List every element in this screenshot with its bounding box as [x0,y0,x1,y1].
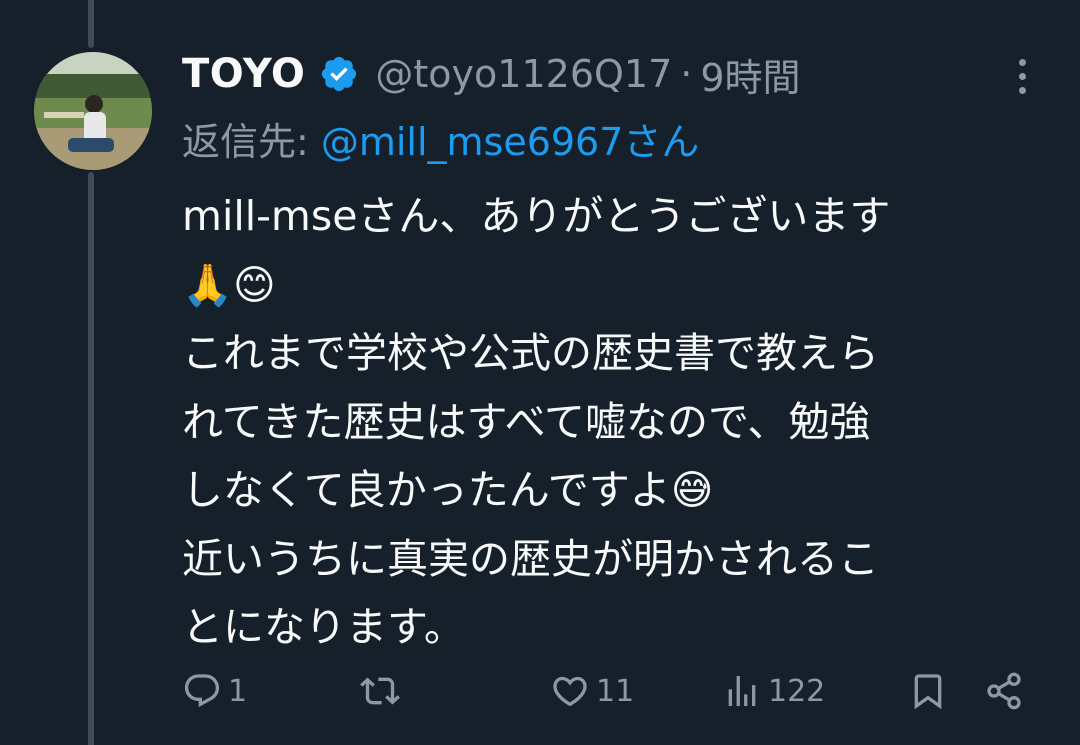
views-button[interactable]: 122 [722,664,825,718]
author-handle[interactable]: @toyo1126Q17 [375,52,672,96]
views-icon [728,676,756,706]
views-count: 122 [768,673,826,709]
reply-count: 1 [228,673,248,709]
tweet-text-line: 🙏😊 [182,260,276,309]
tweet-text-line: れてきた歴史はすべて嘘なので、勉強 [182,397,871,446]
more-icon[interactable] [1008,54,1036,98]
tweet-text-line: しなくて良かったんですよ😅 [182,466,714,514]
tweet-text: mill-mseさん、ありがとうございます 🙏😊 これまで学校や公式の歴史書で教… [182,182,1032,662]
action-bar: 1 11 122 [182,664,1032,718]
tweet-timestamp[interactable]: 9時間 [700,47,800,102]
like-button[interactable]: 11 [550,664,634,718]
reply-button[interactable]: 1 [182,664,247,718]
thread-line [88,0,94,48]
retweet-button[interactable] [360,664,406,718]
separator-dot: · [680,52,693,96]
tweet-text-line: 近いうちに真実の歴史が明かされるこ [182,534,879,583]
tweet-text-line: これまで学校や公式の歴史書で教えら [182,329,879,377]
tweet-text-line: mill-mseさん、ありがとうございます [182,192,891,240]
verified-badge-icon [319,54,359,94]
bookmark-icon [914,674,942,710]
retweet-icon [360,677,400,705]
reply-target-link[interactable]: @mill_mse6967さん [321,111,700,166]
thread-line [88,172,94,745]
share-button[interactable] [984,664,1024,718]
tweet-header: TOYO @toyo1126Q17 · 9時間 [182,48,1042,100]
reply-prefix: 返信先: [182,119,309,164]
like-icon [553,676,587,707]
like-count: 11 [596,673,635,709]
avatar[interactable] [34,52,152,170]
reply-context: 返信先: @mill_mse6967さん [182,110,699,166]
reply-icon [184,674,220,708]
share-icon [987,672,1021,710]
bookmark-button[interactable] [908,664,948,718]
tweet-text-line: とになります。 [182,603,465,651]
author-name[interactable]: TOYO [182,51,305,97]
avatar-image [34,52,152,170]
